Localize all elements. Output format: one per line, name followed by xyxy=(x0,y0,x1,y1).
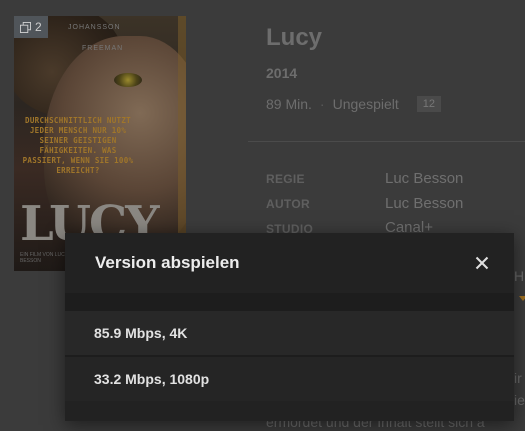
dialog-spacer xyxy=(65,293,514,311)
background-text-right-1: H xyxy=(514,268,525,284)
runtime: 89 Min. xyxy=(266,96,312,112)
dialog-title: Version abspielen xyxy=(95,253,240,272)
play-version-dialog: Version abspielen 85.9 Mbps, 4K 33.2 Mbp… xyxy=(65,233,514,421)
age-rating-badge: 12 xyxy=(416,96,441,112)
copies-icon xyxy=(20,21,31,33)
version-option-1080p[interactable]: 33.2 Mbps, 1080p xyxy=(65,357,514,401)
versions-badge: 2 xyxy=(14,16,48,38)
background-text-right-2: ir xyxy=(514,370,522,386)
poster-eye xyxy=(114,73,142,87)
divider xyxy=(248,141,525,142)
credit-label-writer: AUTOR xyxy=(266,197,310,211)
watch-status: Ungespielt xyxy=(332,96,399,112)
movie-title: Lucy xyxy=(266,24,323,51)
version-option-label: 85.9 Mbps, 4K xyxy=(94,325,188,341)
poster-tagline: DURCHSCHNITTLICH NUTZT JEDER MENSCH NUR … xyxy=(22,116,134,175)
versions-count: 2 xyxy=(35,20,42,34)
meta-separator: · xyxy=(319,96,325,112)
version-option-label: 33.2 Mbps, 1080p xyxy=(94,371,210,387)
credit-value-director[interactable]: Luc Besson xyxy=(385,170,463,187)
background-text-right-3: ie xyxy=(514,392,525,408)
credit-value-writer[interactable]: Luc Besson xyxy=(385,195,463,212)
close-button[interactable] xyxy=(470,251,494,275)
movie-meta: 89 Min. · Ungespielt 12 xyxy=(266,96,441,112)
close-icon xyxy=(475,256,489,270)
movie-year: 2014 xyxy=(266,65,298,81)
dialog-header: Version abspielen xyxy=(65,233,514,293)
credit-label-director: REGIE xyxy=(266,172,305,186)
version-option-4k[interactable]: 85.9 Mbps, 4K xyxy=(65,311,514,355)
accent-marker xyxy=(519,296,525,301)
